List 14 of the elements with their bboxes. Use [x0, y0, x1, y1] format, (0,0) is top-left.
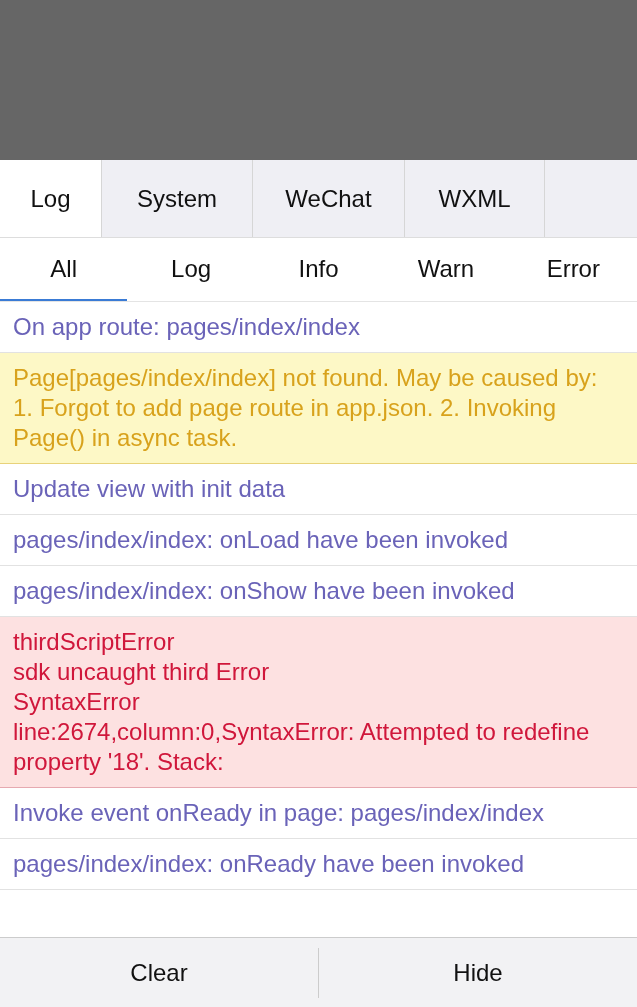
log-text: Invoke event onReady in page: pages/index/index — [13, 798, 546, 828]
log-text: thirdScriptError — [13, 627, 176, 657]
tab[interactable]: Log — [0, 160, 102, 237]
log-text: sdk uncaught third Error — [13, 657, 271, 687]
log-text: pages/index/index: onReady have been invoked — [13, 849, 526, 879]
clear-button[interactable]: Clear — [0, 937, 318, 1007]
log-text: SyntaxError — [13, 687, 141, 717]
log-text: pages/index/index: onLoad have been invoked — [13, 525, 510, 555]
log-text: Page[pages/index/index] not found. May be caused by: 1. Forgot to add page route in app.json. 2. Invoking Page() in async task. — [13, 363, 599, 453]
log-text: Update view with init data — [13, 474, 287, 504]
log-text: line:2674,column:0,SyntaxError: Attempted to redefine property '18'. Stack: — [13, 717, 591, 777]
hide-button[interactable]: Hide — [319, 937, 637, 1007]
log-text: pages/index/index: onShow have been invoked — [13, 576, 516, 606]
log-text: On app route: pages/index/index — [13, 312, 361, 342]
